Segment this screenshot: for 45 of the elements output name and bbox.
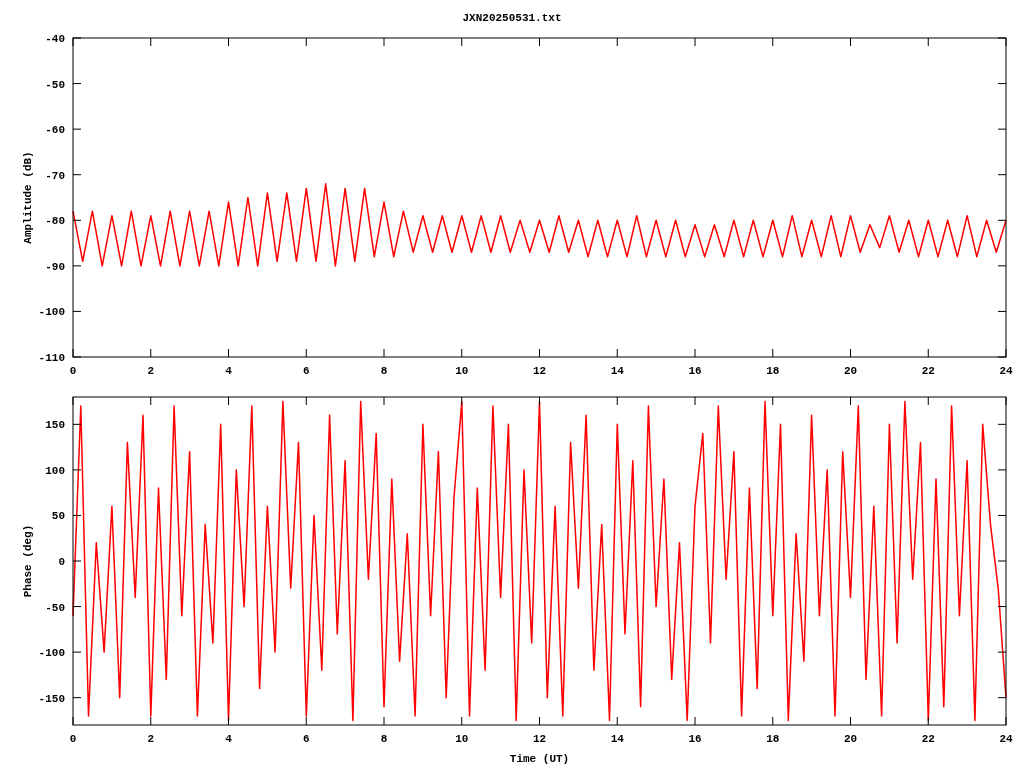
x-tick-label: 10 (455, 365, 469, 377)
plot-title: JXN20250531.txt (462, 13, 562, 24)
x-tick-label: 22 (921, 733, 935, 745)
x-tick-label: 8 (380, 365, 388, 377)
x-tick-label: 16 (688, 733, 702, 745)
y-tick-label: -90 (45, 260, 65, 273)
y-tick-label: -80 (45, 215, 65, 228)
x-tick-label: 14 (610, 365, 624, 377)
x-tick-label: 18 (766, 733, 780, 745)
y-tick-label: -150 (38, 692, 65, 705)
x-tick-label: 18 (766, 365, 780, 377)
x-tick-label: 22 (921, 365, 935, 377)
x-tick-label: 0 (69, 733, 77, 745)
y-tick-label: -50 (45, 78, 65, 91)
y-axis-label: Phase (deg) (22, 524, 34, 598)
x-tick-label: 4 (225, 365, 232, 377)
x-tick-label: 24 (999, 733, 1013, 745)
y-tick-label: -100 (38, 647, 65, 660)
x-tick-label: 8 (380, 733, 388, 745)
x-tick-label: 14 (610, 733, 624, 745)
y-tick-label: -100 (38, 306, 65, 319)
x-tick-label: 12 (532, 365, 547, 377)
y-tick-label: 100 (45, 464, 65, 477)
y-tick-label: 150 (45, 419, 65, 432)
x-tick-label: 4 (225, 733, 232, 745)
y-tick-label: -70 (45, 169, 65, 182)
x-tick-label: 2 (147, 733, 155, 745)
x-tick-label: 6 (302, 733, 310, 745)
x-tick-label: 6 (302, 365, 310, 377)
x-tick-label: 10 (455, 733, 469, 745)
y-tick-label: -40 (45, 33, 65, 45)
x-tick-label: 20 (843, 365, 858, 377)
x-tick-label: 16 (688, 365, 702, 377)
x-tick-label: 24 (999, 365, 1013, 377)
y-tick-label: -60 (45, 124, 65, 137)
x-axis-label: Time (UT) (509, 753, 570, 765)
y-tick-label: -50 (45, 601, 65, 614)
y-tick-label: 0 (58, 556, 65, 568)
x-tick-label: 2 (147, 365, 155, 377)
x-tick-label: 12 (532, 733, 547, 745)
x-tick-label: 20 (843, 733, 858, 745)
y-tick-label: 50 (51, 510, 65, 523)
y-axis-label: Amplitude (dB) (22, 151, 34, 244)
y-tick-label: -110 (38, 352, 65, 364)
x-tick-label: 0 (69, 365, 77, 377)
